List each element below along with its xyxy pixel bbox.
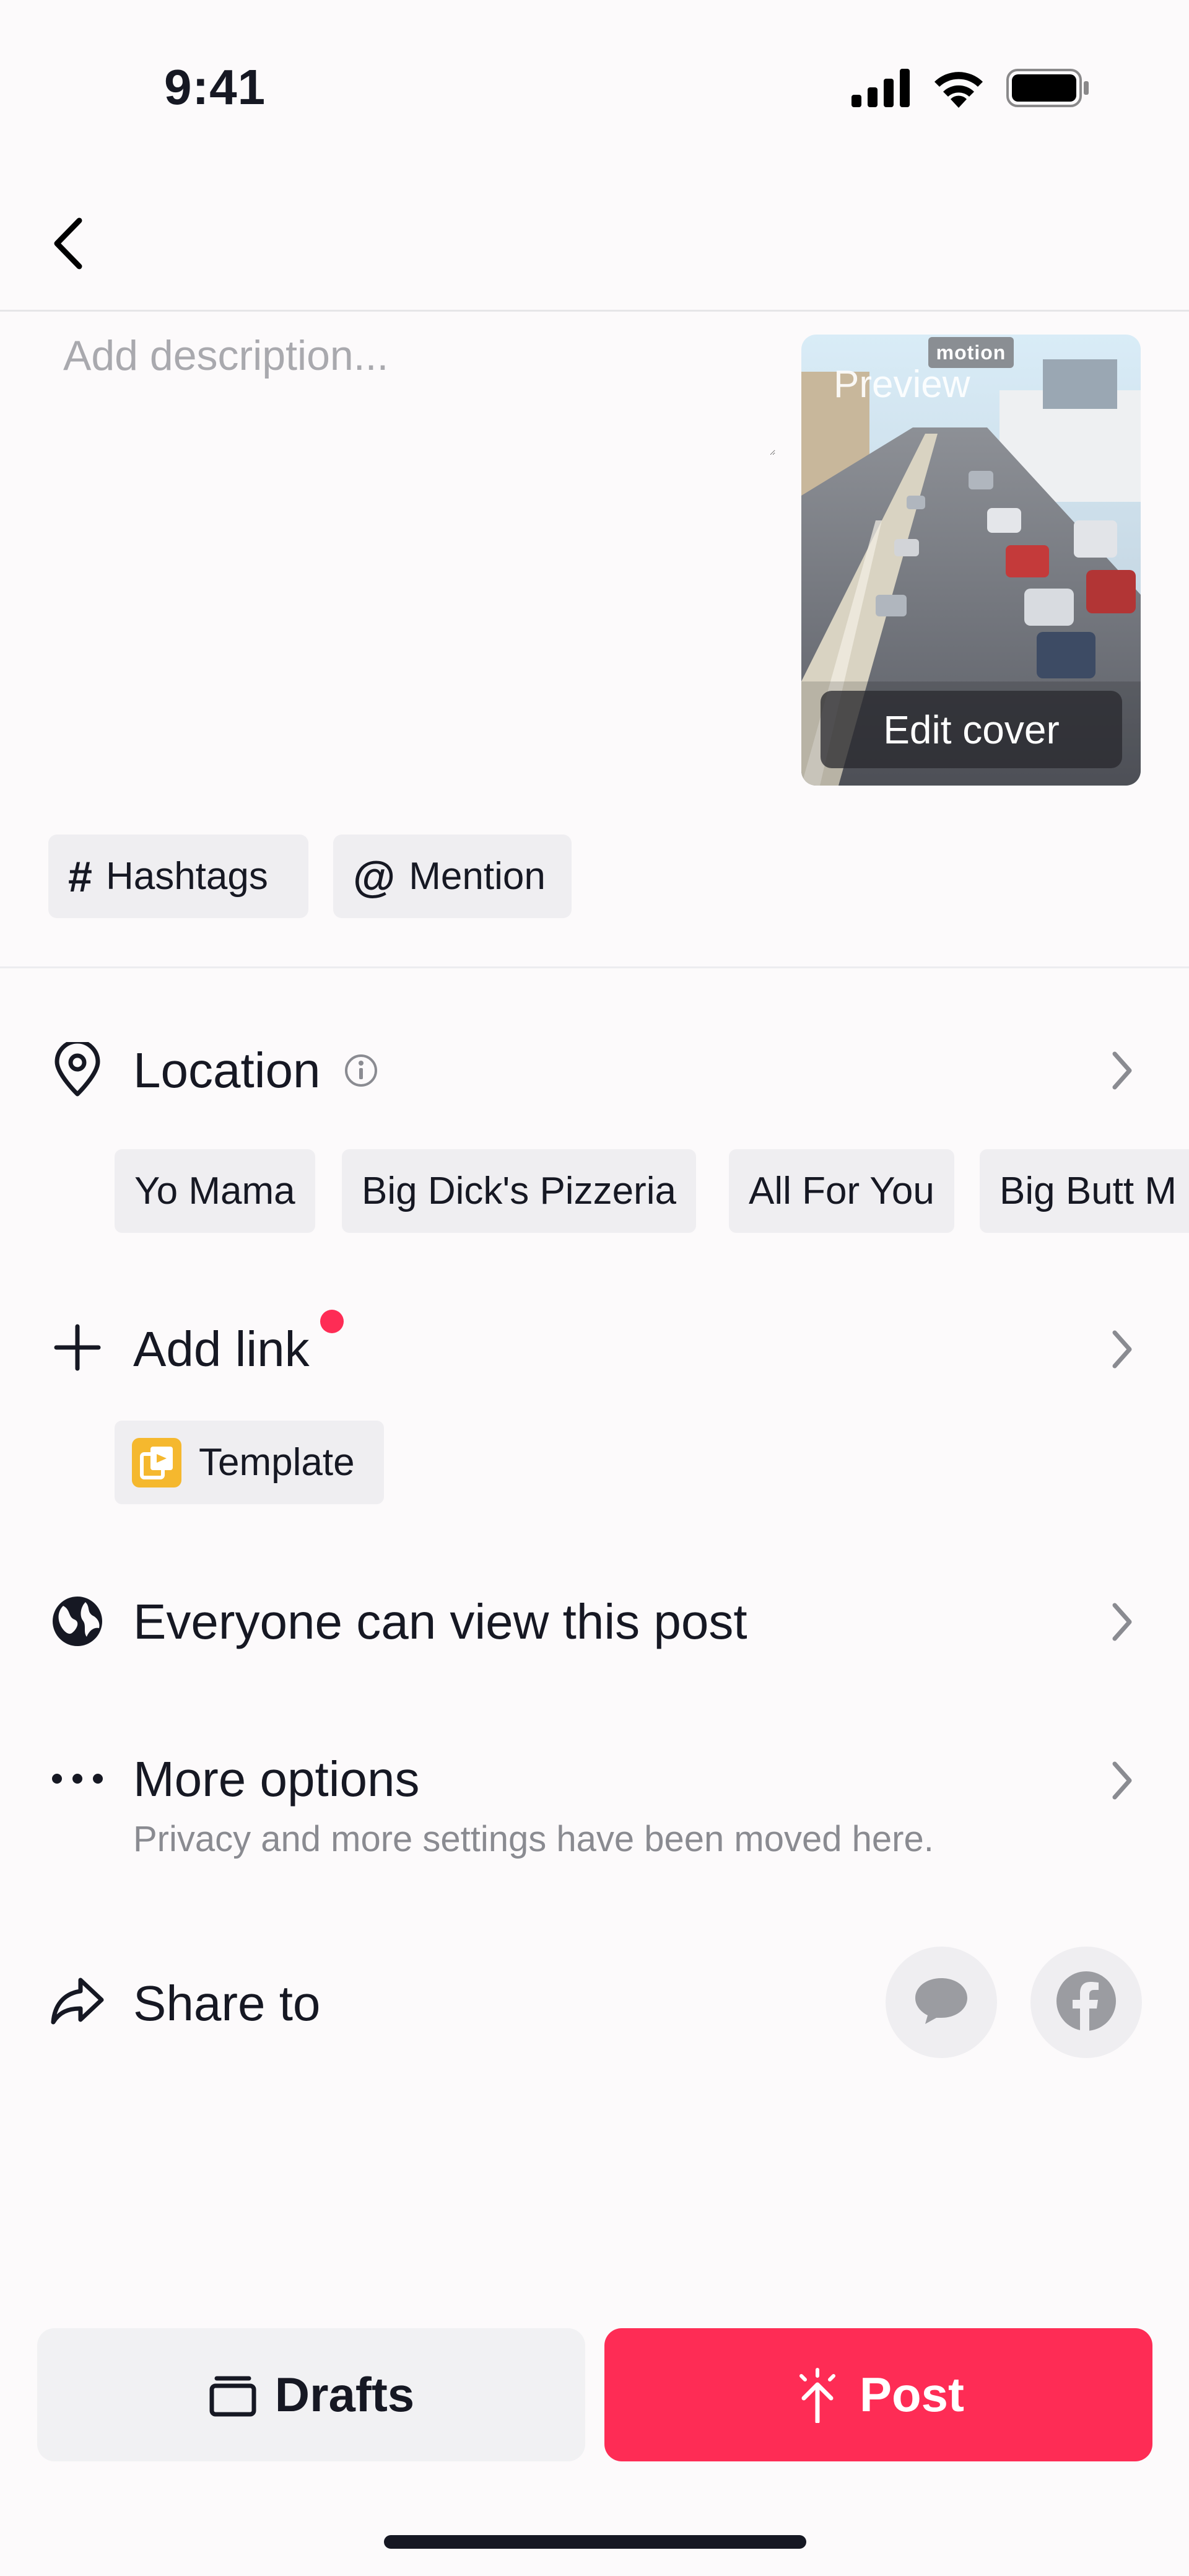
post-label: Post (859, 2367, 965, 2422)
hashtags-chip[interactable]: # Hashtags (48, 835, 308, 918)
home-indicator (384, 2535, 806, 2549)
drafts-label: Drafts (274, 2367, 415, 2422)
hashtags-label: Hashtags (105, 855, 268, 898)
wifi-icon (932, 68, 985, 111)
battery-icon (1006, 69, 1090, 110)
chevron-right-icon (1104, 1046, 1141, 1095)
more-options-title: More options (133, 1751, 420, 1807)
location-suggestion[interactable]: Yo Mama (115, 1149, 315, 1233)
notification-dot (320, 1310, 344, 1333)
message-icon (913, 1976, 970, 2030)
location-pin-icon (50, 1042, 105, 1098)
hashtag-icon: # (68, 852, 92, 901)
share-facebook-button[interactable] (1030, 1947, 1142, 2058)
visibility-title: Everyone can view this post (133, 1594, 747, 1649)
more-dots-icon (50, 1751, 105, 1807)
header-divider (0, 310, 1189, 312)
section-divider (0, 966, 1189, 968)
chevron-right-icon (1104, 1756, 1141, 1805)
share-arrow-icon (50, 1973, 105, 2029)
facebook-icon (1055, 1970, 1117, 2035)
more-options-subtitle: Privacy and more settings have been move… (133, 1819, 934, 1859)
drafts-icon (208, 2373, 258, 2417)
location-suggestion[interactable]: Big Dick's Pizzeria (342, 1149, 696, 1233)
plus-icon (50, 1320, 105, 1375)
add-link-title: Add link (133, 1321, 310, 1377)
post-button[interactable]: Post (604, 2328, 1152, 2461)
mention-chip[interactable]: @ Mention (333, 835, 572, 918)
share-message-button[interactable] (886, 1947, 997, 2058)
location-suggestion[interactable]: Big Butt M (980, 1149, 1189, 1233)
cellular-signal-icon (851, 69, 911, 110)
back-button[interactable] (43, 211, 93, 279)
drafts-button[interactable]: Drafts (37, 2328, 585, 2461)
preview-label[interactable]: Preview (834, 362, 970, 406)
info-icon[interactable] (344, 1053, 378, 1091)
template-chip[interactable]: Template (115, 1421, 384, 1504)
chevron-right-icon (1104, 1597, 1141, 1647)
chevron-right-icon (1104, 1325, 1141, 1374)
status-time: 9:41 (164, 59, 266, 115)
chevron-left-icon (50, 216, 87, 274)
status-icons (851, 68, 1090, 111)
mention-label: Mention (409, 855, 546, 898)
description-input[interactable] (63, 331, 775, 455)
template-label: Template (199, 1441, 355, 1484)
globe-icon (50, 1593, 105, 1649)
share-to-title: Share to (133, 1976, 321, 2031)
location-title: Location (133, 1043, 321, 1098)
edit-cover-button[interactable]: Edit cover (821, 691, 1122, 768)
at-sign-icon: @ (353, 852, 396, 901)
location-suggestion[interactable]: All For You (729, 1149, 954, 1233)
post-icon (793, 2367, 842, 2423)
template-icon (132, 1437, 181, 1487)
